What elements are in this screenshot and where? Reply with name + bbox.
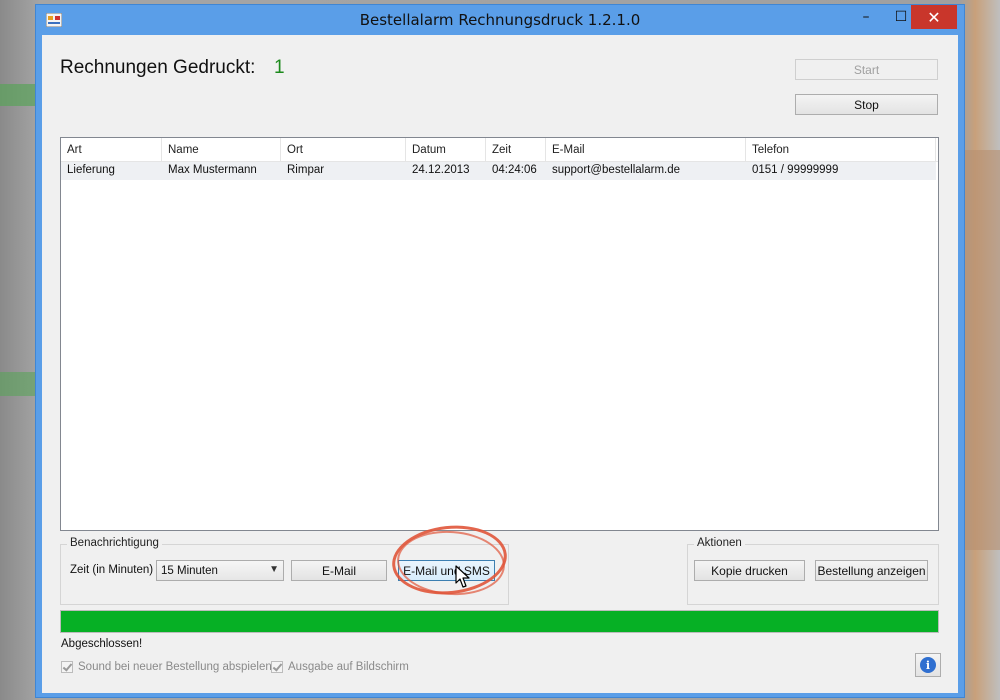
title-bar[interactable]: Bestellalarm Rechnungsdruck 1.2.1.0 – ☐ … xyxy=(36,5,964,35)
app-window: Bestellalarm Rechnungsdruck 1.2.1.0 – ☐ … xyxy=(35,4,965,698)
show-order-button[interactable]: Bestellung anzeigen xyxy=(815,560,928,581)
info-button[interactable]: i xyxy=(915,653,941,677)
column-header-zeit[interactable]: Zeit xyxy=(486,138,546,161)
screen-output-checkbox[interactable]: Ausgabe auf Bildschirm xyxy=(271,661,409,673)
cell-name: Max Mustermann xyxy=(168,164,257,176)
cell-telefon: 0151 / 99999999 xyxy=(752,164,839,176)
notification-group-title: Benachrichtigung xyxy=(67,537,162,549)
progress-bar-fill xyxy=(61,611,938,632)
time-minutes-select[interactable]: 15 Minuten ▼ xyxy=(156,560,284,581)
print-copy-button[interactable]: Kopie drucken xyxy=(694,560,805,581)
screen-output-checkbox-label: Ausgabe auf Bildschirm xyxy=(288,661,409,673)
stop-button[interactable]: Stop xyxy=(795,94,938,115)
cell-datum: 24.12.2013 xyxy=(412,164,470,176)
sound-checkbox[interactable]: Sound bei neuer Bestellung abspielen xyxy=(61,661,272,673)
column-header-name[interactable]: Name xyxy=(162,138,281,161)
printed-count-value: 1 xyxy=(274,57,285,78)
cell-zeit: 04:24:06 xyxy=(492,164,537,176)
orders-list[interactable]: Art Name Ort Datum Zeit E-Mail Telefon L… xyxy=(60,137,939,531)
table-row[interactable]: Lieferung Max Mustermann Rimpar 24.12.20… xyxy=(61,162,936,180)
minimize-button[interactable]: – xyxy=(849,5,883,29)
column-header-datum[interactable]: Datum xyxy=(406,138,486,161)
checkbox-check-icon xyxy=(61,661,73,673)
list-header: Art Name Ort Datum Zeit E-Mail Telefon xyxy=(61,138,938,162)
chevron-down-icon: ▼ xyxy=(269,564,279,575)
mouse-cursor-icon xyxy=(455,565,470,588)
email-button[interactable]: E-Mail xyxy=(291,560,387,581)
background-blur-element xyxy=(0,84,36,106)
cell-email: support@bestellalarm.de xyxy=(552,164,681,176)
checkbox-check-icon xyxy=(271,661,283,673)
window-title: Bestellalarm Rechnungsdruck 1.2.1.0 xyxy=(359,11,641,29)
time-minutes-label: Zeit (in Minuten) xyxy=(70,564,154,576)
actions-group-title: Aktionen xyxy=(694,537,745,549)
close-button[interactable]: ✕ xyxy=(911,5,957,29)
start-button[interactable]: Start xyxy=(795,59,938,80)
info-icon: i xyxy=(920,657,936,673)
cell-art: Lieferung xyxy=(67,164,115,176)
time-minutes-value: 15 Minuten xyxy=(161,565,218,577)
background-blur-element xyxy=(965,150,1000,550)
cell-ort: Rimpar xyxy=(287,164,325,176)
column-header-ort[interactable]: Ort xyxy=(281,138,406,161)
column-header-art[interactable]: Art xyxy=(61,138,162,161)
background-blur-element xyxy=(0,372,36,396)
column-header-email[interactable]: E-Mail xyxy=(546,138,746,161)
sound-checkbox-label: Sound bei neuer Bestellung abspielen xyxy=(78,661,272,673)
printed-count-label: Rechnungen Gedruckt: xyxy=(60,57,256,78)
client-area: Rechnungen Gedruckt: 1 Start Stop Art Na… xyxy=(42,35,958,693)
status-text: Abgeschlossen! xyxy=(61,638,143,650)
actions-group: Aktionen Kopie drucken Bestellung anzeig… xyxy=(687,537,939,605)
column-header-telefon[interactable]: Telefon xyxy=(746,138,936,161)
progress-bar xyxy=(60,610,939,633)
